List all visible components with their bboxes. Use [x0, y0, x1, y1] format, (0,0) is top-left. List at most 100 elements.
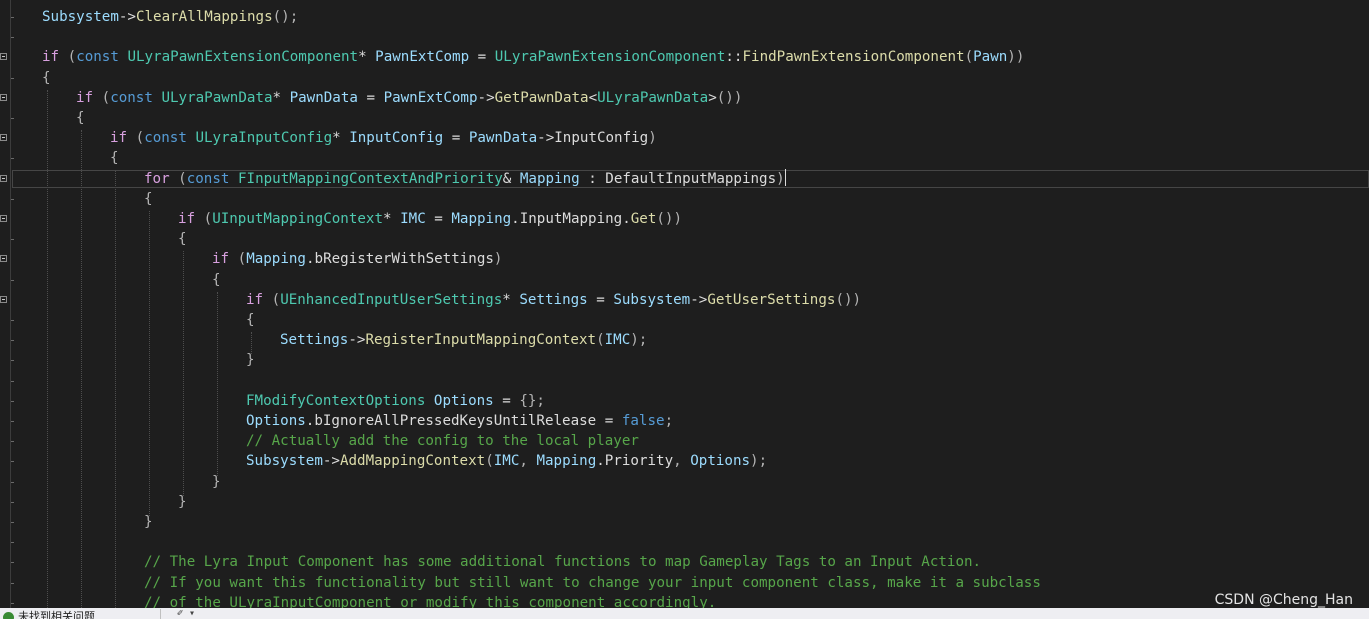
- code-token: (: [59, 49, 77, 66]
- code-line[interactable]: FModifyContextOptions Options = {};: [246, 391, 545, 411]
- code-line[interactable]: Subsystem->ClearAllMappings();: [42, 7, 298, 27]
- code-token: ->: [537, 130, 555, 147]
- code-token: .: [305, 251, 315, 268]
- code-token: ();: [272, 9, 299, 25]
- code-token: .: [511, 211, 520, 227]
- code-token: Settings: [280, 332, 349, 349]
- code-token: );: [750, 453, 768, 470]
- code-token: ->: [322, 453, 340, 470]
- code-token: *: [358, 49, 367, 66]
- code-token: (: [93, 89, 111, 106]
- gutter-tick: [11, 400, 14, 402]
- gutter-tick: [11, 562, 14, 564]
- code-token: Mapping: [451, 211, 512, 227]
- gutter-tick: [11, 602, 14, 604]
- code-token: {: [178, 231, 187, 248]
- code-line[interactable]: {: [76, 108, 85, 128]
- gutter-tick: [11, 481, 14, 483]
- issues-status[interactable]: 未找到相关问题: [18, 611, 95, 619]
- gutter-tick: [11, 17, 14, 18]
- collapse-icon[interactable]: [0, 93, 7, 101]
- code-token: }: [246, 352, 255, 369]
- code-token: const: [186, 170, 230, 187]
- collapse-icon[interactable]: [0, 53, 7, 61]
- code-token: ->: [118, 9, 136, 25]
- code-token: =: [443, 130, 469, 147]
- code-line[interactable]: {: [144, 189, 153, 209]
- code-token: *: [383, 211, 392, 227]
- code-token: *: [272, 89, 282, 106]
- code-token: =: [357, 89, 384, 106]
- status-divider: [160, 609, 161, 619]
- code-line[interactable]: // The Lyra Input Component has some add…: [144, 552, 981, 572]
- code-line[interactable]: {: [246, 310, 255, 330]
- code-line[interactable]: Settings->RegisterInputMappingContext(IM…: [280, 330, 647, 350]
- code-token: // The Lyra Input Component has some add…: [144, 554, 982, 571]
- code-line[interactable]: if (const ULyraInputConfig* InputConfig …: [110, 128, 657, 148]
- code-token: Subsystem: [42, 9, 119, 25]
- code-line[interactable]: if (UInputMappingContext* IMC = Mapping.…: [178, 209, 682, 229]
- code-token: GetPawnData: [494, 89, 589, 106]
- code-token: }: [212, 473, 221, 490]
- code-token: ULyraPawnExtensionComponent: [127, 49, 359, 66]
- gutter-tick: [11, 118, 14, 119]
- code-line[interactable]: if (const ULyraPawnExtensionComponent* P…: [42, 47, 1024, 67]
- collapse-icon[interactable]: [0, 215, 7, 222]
- code-line[interactable]: // Actually add the config to the local …: [246, 431, 639, 451]
- code-line[interactable]: {: [110, 148, 119, 168]
- code-line[interactable]: {: [212, 270, 221, 290]
- code-token: ULyraPawnExtensionComponent: [494, 49, 726, 66]
- code-line[interactable]: if (Mapping.bRegisterWithSettings): [212, 249, 502, 269]
- check-circle-icon[interactable]: [3, 612, 14, 619]
- code-cleanup-icon[interactable]: ✐ ▾: [177, 608, 195, 619]
- collapse-icon[interactable]: [0, 295, 7, 303]
- code-token: <: [588, 89, 598, 106]
- code-editor[interactable]: Subsystem->ClearAllMappings(); if (const …: [0, 0, 1369, 608]
- code-token: }: [178, 493, 187, 510]
- gutter-tick: [11, 360, 14, 362]
- code-line[interactable]: }: [212, 472, 221, 492]
- collapse-icon[interactable]: [0, 255, 7, 263]
- code-token: {: [246, 312, 255, 328]
- code-line[interactable]: if (UEnhancedInputUserSettings* Settings…: [246, 290, 861, 310]
- code-token: InputConfig: [554, 130, 649, 147]
- code-line[interactable]: if (const ULyraPawnData* PawnData = Pawn…: [76, 88, 742, 108]
- code-token: bIgnoreAllPressedKeysUntilRelease: [314, 413, 597, 429]
- code-token: DefaultInputMappings: [605, 170, 777, 187]
- code-token: (: [596, 332, 605, 349]
- code-token: ()): [656, 211, 683, 227]
- code-line[interactable]: }: [144, 512, 153, 532]
- code-token: GetUserSettings: [707, 291, 836, 308]
- code-token: (: [485, 453, 494, 470]
- code-token: PawnData: [468, 130, 538, 147]
- code-line[interactable]: Options.bIgnoreAllPressedKeysUntilReleas…: [246, 411, 673, 431]
- collapse-icon[interactable]: [0, 174, 7, 182]
- code-line[interactable]: {: [42, 68, 51, 88]
- code-token: (: [169, 170, 187, 187]
- code-line[interactable]: {: [178, 229, 187, 249]
- code-token: (: [195, 211, 213, 227]
- gutter-line: [10, 0, 11, 608]
- code-token: ): [493, 251, 503, 268]
- code-token: IMC: [400, 211, 426, 227]
- code-token: .: [622, 211, 631, 227]
- code-token: );: [630, 332, 648, 349]
- code-line[interactable]: }: [178, 492, 187, 512]
- code-token: =: [493, 392, 520, 409]
- code-token: {: [76, 110, 85, 126]
- code-line[interactable]: for (const FInputMappingContextAndPriori…: [144, 168, 786, 189]
- gutter-tick: [11, 542, 14, 544]
- code-token: if: [76, 89, 94, 106]
- code-token: {: [42, 69, 51, 86]
- code-line[interactable]: // If you want this functionality but st…: [144, 573, 1041, 593]
- indent-guide: [183, 251, 184, 496]
- code-line[interactable]: Subsystem->AddMappingContext(IMC, Mappin…: [246, 451, 767, 471]
- code-token: InputMapping: [519, 211, 623, 227]
- collapse-icon[interactable]: [0, 134, 7, 142]
- gutter-tick: [11, 461, 14, 463]
- code-line[interactable]: }: [246, 350, 255, 370]
- code-line[interactable]: // of the ULyraInputComponent or modify …: [144, 593, 716, 608]
- code-token: ->: [348, 332, 366, 349]
